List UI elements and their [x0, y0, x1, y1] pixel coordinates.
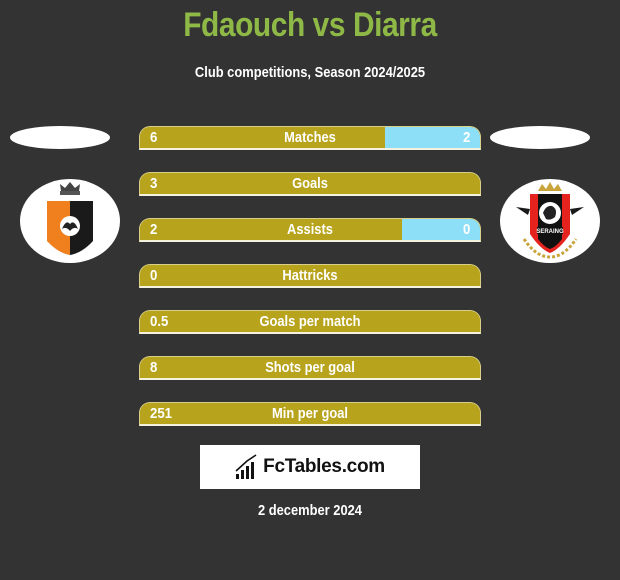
stat-label: Goals — [292, 175, 328, 192]
right-value: 2 — [462, 129, 470, 146]
stat-label: Matches — [284, 129, 336, 146]
stat-label: Shots per goal — [265, 359, 355, 376]
stat-bar-assists: 2 Assists 0 — [139, 218, 481, 242]
stat-bar-shots-per-goal: 8 Shots per goal — [139, 356, 481, 380]
stat-bar-goals-per-match: 0.5 Goals per match — [139, 310, 481, 334]
right-value: 0 — [462, 221, 470, 238]
brand-name: FcTables.com — [263, 456, 385, 477]
stat-label: Goals per match — [259, 313, 361, 330]
deinze-crest-icon — [47, 182, 93, 255]
right-club-logo[interactable]: SERAING — [500, 179, 600, 263]
stat-bar-goals: 3 Goals — [139, 172, 481, 196]
seraing-crest-icon: SERAING — [516, 182, 584, 259]
left-club-logo[interactable] — [20, 179, 120, 263]
stat-label: Assists — [287, 221, 333, 238]
page-title: Fdaouch vs Diarra — [183, 6, 437, 44]
stat-label: Hattricks — [282, 267, 338, 284]
stat-bar-min-per-goal: 251 Min per goal — [139, 402, 481, 426]
left-value: 3 — [150, 175, 158, 192]
fctables-brand[interactable]: FcTables.com — [200, 445, 420, 489]
left-value: 8 — [150, 359, 158, 376]
footer-date: 2 december 2024 — [257, 502, 362, 519]
left-value: 2 — [150, 221, 158, 238]
svg-text:SERAING: SERAING — [536, 229, 564, 235]
left-player-name-placeholder — [10, 126, 110, 149]
stat-label: Min per goal — [272, 405, 348, 422]
right-player-name-placeholder — [490, 126, 590, 149]
left-value: 0 — [150, 267, 158, 284]
competition-subtitle: Club competitions, Season 2024/2025 — [194, 64, 426, 81]
left-value: 6 — [150, 129, 158, 146]
stat-bar-hattricks: 0 Hattricks — [139, 264, 481, 288]
bar-chart-icon — [235, 454, 257, 479]
stat-bar-matches: 6 Matches 2 — [139, 126, 481, 150]
